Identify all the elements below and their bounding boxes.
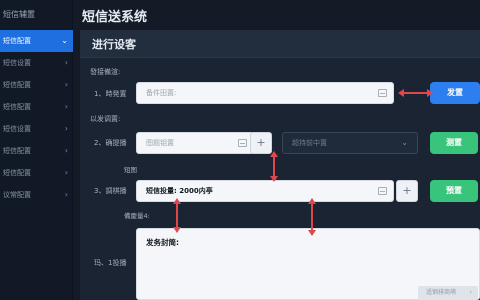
sidebar-item-4[interactable]: 短信配置 › — [0, 96, 73, 118]
annotation-arrow-tip — [427, 89, 433, 97]
annotation-arrow — [402, 92, 428, 94]
footer-button-label: 适钢排商萌 — [426, 289, 457, 296]
sidebar-item-label: 短信设置 — [3, 125, 31, 133]
chevron-right-icon: › — [64, 80, 68, 89]
row2-select-placeholder: 超持前中置 — [292, 139, 327, 147]
sidebar: 短信辅置 短信配置 ⌄ 短信设置 › 短信配置 › 短信配置 › 短信设置 › … — [0, 0, 73, 300]
row2-select[interactable]: 超持前中置 ⌄ — [282, 132, 418, 154]
chevron-right-icon: › — [64, 102, 68, 111]
panel-title: 进行设客 — [92, 38, 136, 51]
row1-placeholder: 备件田置: — [146, 89, 177, 97]
keyboard-icon[interactable] — [378, 187, 387, 195]
chevron-down-icon: ⌄ — [401, 138, 408, 147]
row4-textarea-value: 发务封简: — [146, 238, 179, 247]
annotation-arrow-tip — [308, 230, 316, 236]
row1-label: 1、時発置 — [94, 90, 127, 98]
row1-button[interactable]: 发置 — [430, 82, 480, 104]
annotation-arrow — [311, 202, 313, 232]
sidebar-item-6[interactable]: 短信配置 › — [0, 140, 73, 162]
sidebar-item-2[interactable]: 短信设置 › — [0, 52, 73, 74]
chevron-right-icon: › — [64, 190, 68, 199]
annotation-arrow-tip — [270, 151, 278, 157]
row2-button[interactable]: 测置 — [430, 132, 478, 154]
sidebar-item-label: 短信配置 — [3, 147, 31, 155]
section-label: 發接備渲: — [90, 68, 121, 76]
sidebar-item-5[interactable]: 短信设置 › — [0, 118, 73, 140]
sidebar-item-label: 短信配置 — [3, 169, 31, 177]
annotation-arrow-tip — [173, 227, 181, 233]
sidebar-item-label: 短信配置 — [3, 103, 31, 111]
row1-input[interactable]: 备件田置: — [136, 82, 394, 104]
annotation-arrow-tip — [270, 176, 278, 182]
row3-add-button[interactable]: + — [396, 180, 418, 202]
row3-label: 3、調棋播 — [94, 187, 127, 195]
keyboard-icon[interactable] — [378, 89, 387, 97]
footer-button[interactable]: 适钢排商萌 › — [418, 286, 478, 300]
sidebar-item-8[interactable]: 议常配置 › — [0, 184, 73, 206]
chevron-right-icon: › — [64, 168, 68, 177]
sidebar-header: 短信辅置 — [3, 10, 35, 19]
keyboard-icon[interactable] — [238, 139, 247, 147]
annotation-arrow — [273, 155, 275, 177]
chevron-right-icon: › — [64, 58, 68, 67]
chevron-down-icon: ⌄ — [61, 36, 68, 45]
sidebar-item-label: 短信设置 — [3, 59, 31, 67]
app-title: 短信送系统 — [82, 10, 148, 25]
sidebar-item-1[interactable]: 短信配置 ⌄ — [0, 30, 73, 52]
section-label: 以发调置: — [90, 115, 121, 123]
sidebar-item-label: 议常配置 — [3, 191, 31, 199]
chevron-right-icon: › — [64, 146, 68, 155]
settings-panel: 进行设客 發接備渲: 1、時発置 备件田置: 发置 以发调置: 2、确提播 图题… — [80, 30, 480, 300]
sidebar-item-7[interactable]: 短信配置 › — [0, 162, 73, 184]
row3-sublabel: 短图 — [124, 166, 137, 174]
row4-sublabel: 備慶量4: — [124, 212, 150, 220]
sidebar-item-3[interactable]: 短信配置 › — [0, 74, 73, 96]
row2-add-button[interactable]: + — [250, 132, 272, 154]
chevron-right-icon: › — [64, 124, 68, 133]
annotation-arrow — [176, 202, 178, 228]
row3-button[interactable]: 預置 — [430, 180, 478, 202]
row2-input[interactable]: 图题钼置 — [136, 132, 254, 154]
chevron-right-icon: › — [469, 289, 472, 296]
panel-header: 进行设客 — [80, 30, 480, 58]
row2-label: 2、确提播 — [94, 139, 127, 147]
row4-label: 玛、1投播 — [94, 259, 127, 267]
sidebar-item-label: 短信配置 — [3, 37, 31, 45]
annotation-arrow-tip — [173, 198, 181, 204]
row2-placeholder: 图题钼置 — [146, 139, 174, 147]
sidebar-item-label: 短信配置 — [3, 81, 31, 89]
annotation-arrow-tip — [308, 198, 316, 204]
row3-value: 短信投量: 2000内亭 — [146, 187, 213, 195]
annotation-arrow-tip — [398, 89, 404, 97]
